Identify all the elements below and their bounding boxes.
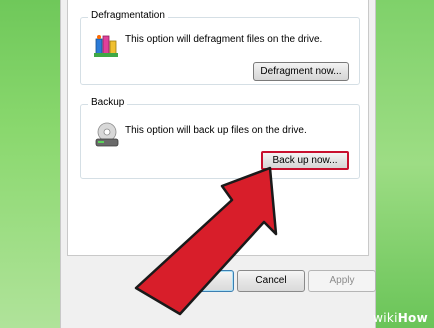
defragment-now-button[interactable]: Defragment now...: [253, 62, 349, 81]
apply-button[interactable]: Apply: [308, 270, 376, 292]
properties-window: Defragmentation This option will defragm…: [60, 0, 376, 328]
background-left: [0, 0, 60, 328]
defragmentation-description: This option will defragment files on the…: [125, 34, 323, 45]
watermark-suffix: How: [397, 311, 428, 325]
wikihow-watermark: wikiHow: [373, 311, 428, 325]
defragmentation-group: Defragmentation This option will defragm…: [80, 10, 360, 85]
defragmentation-group-title: Defragmentation: [88, 10, 168, 21]
backup-description: This option will back up files on the dr…: [125, 125, 307, 136]
backup-group-title: Backup: [88, 97, 128, 108]
backup-icon: [95, 122, 119, 147]
cancel-button[interactable]: Cancel: [237, 270, 305, 292]
tools-tab-panel: Defragmentation This option will defragm…: [67, 0, 369, 256]
back-up-now-button[interactable]: Back up now...: [261, 151, 349, 170]
watermark-prefix: wiki: [373, 311, 398, 325]
backup-group: Backup This option will back up files on…: [80, 97, 360, 179]
ok-button[interactable]: OK: [166, 270, 234, 292]
background-right: [376, 0, 434, 328]
defrag-icon: [94, 35, 118, 57]
